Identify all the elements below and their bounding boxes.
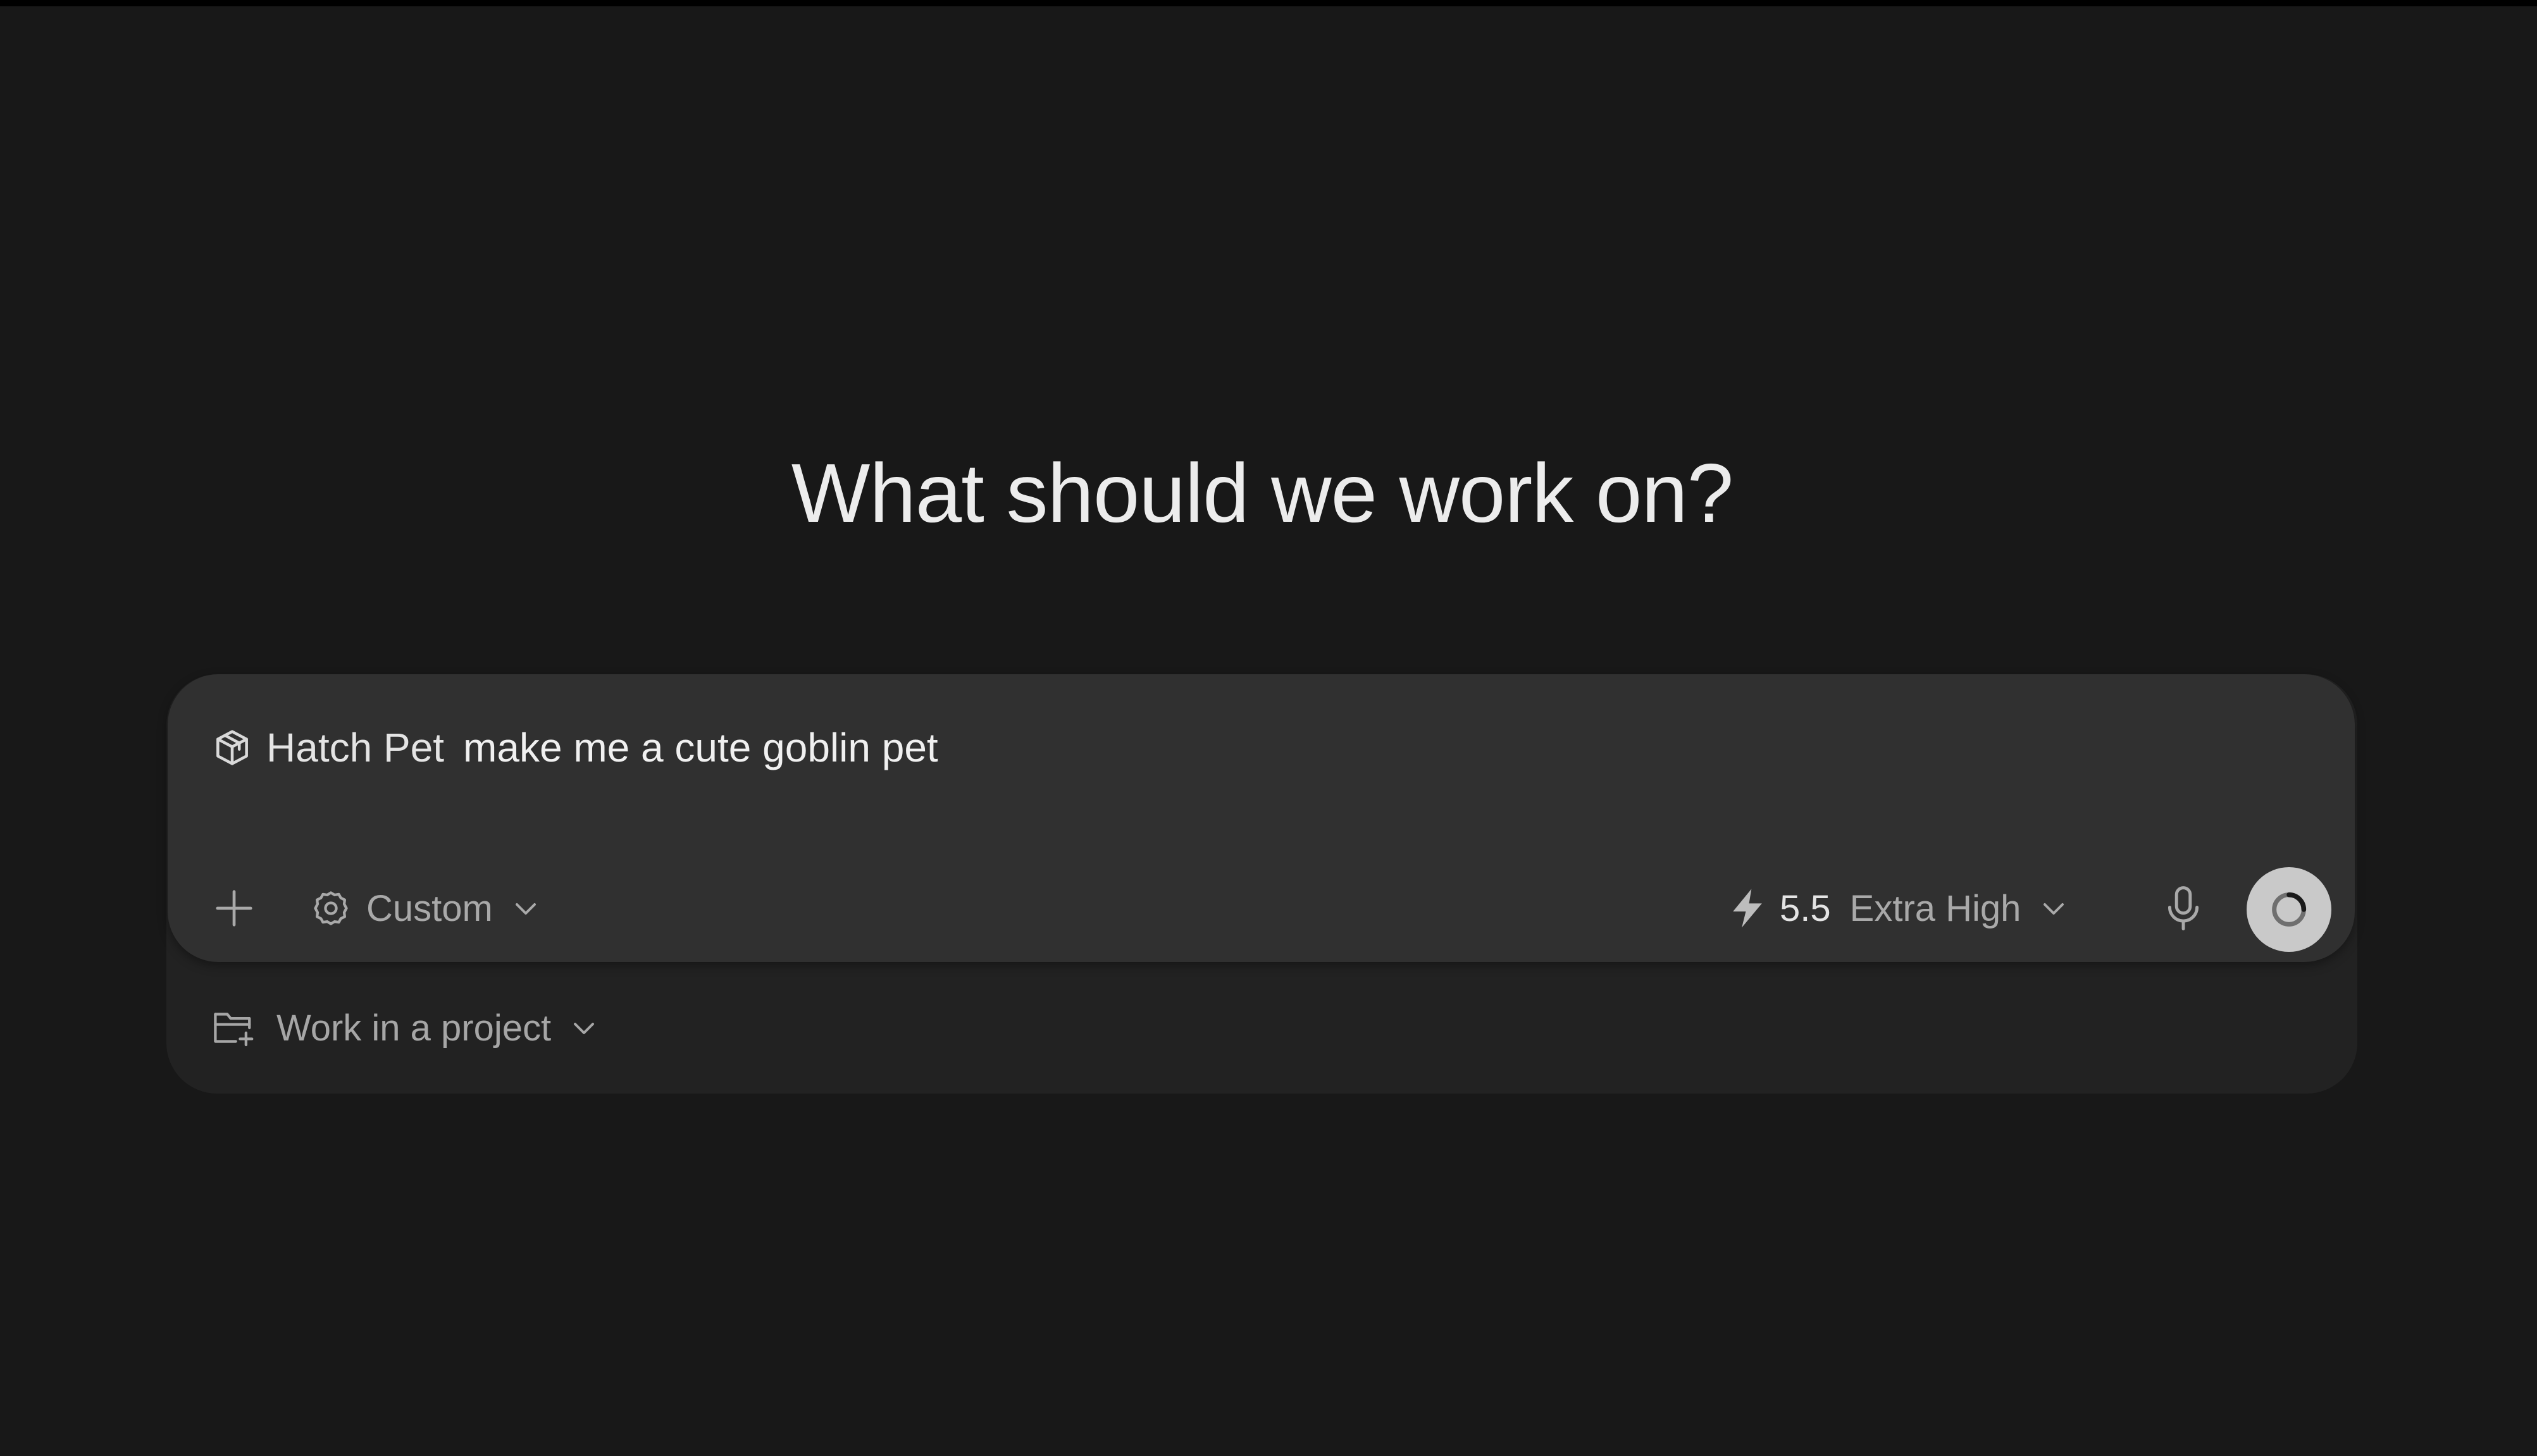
- skill-chip[interactable]: Hatch Pet: [266, 724, 444, 771]
- mode-dropdown[interactable]: Custom: [311, 880, 541, 937]
- window-top-strip: [0, 0, 2537, 6]
- app-window: What should we work on? Hatch Pet make m…: [0, 0, 2537, 1456]
- prompt-input[interactable]: Hatch Pet make me a cute goblin pet: [212, 716, 938, 779]
- gear-icon: [311, 888, 351, 929]
- plus-icon: [216, 890, 252, 927]
- loading-spinner-icon: [2272, 892, 2307, 927]
- send-button[interactable]: [2247, 867, 2331, 952]
- chevron-down-icon: [511, 893, 541, 923]
- model-version: 5.5: [1780, 887, 1831, 929]
- page-title: What should we work on?: [791, 447, 1734, 540]
- lightning-bolt-icon: [1729, 887, 1766, 929]
- microphone-icon: [2168, 886, 2199, 930]
- folder-plus-icon: [212, 1007, 256, 1049]
- project-label: Work in a project: [276, 1007, 552, 1049]
- work-in-project-dropdown[interactable]: Work in a project: [212, 999, 599, 1056]
- chevron-down-icon: [2038, 893, 2069, 923]
- model-dropdown[interactable]: 5.5 Extra High: [1729, 880, 2069, 937]
- model-effort: Extra High: [1849, 887, 2021, 929]
- composer-toolbar: Custom 5.5 Extra High: [168, 864, 2355, 953]
- prompt-composer: Hatch Pet make me a cute goblin pet Cust…: [168, 674, 2355, 962]
- voice-input-button[interactable]: [2153, 878, 2214, 939]
- chevron-down-icon: [569, 1013, 599, 1043]
- package-cube-icon: [212, 727, 252, 768]
- mode-label: Custom: [366, 887, 493, 929]
- prompt-text: make me a cute goblin pet: [463, 725, 938, 770]
- add-attachment-button[interactable]: [206, 880, 263, 937]
